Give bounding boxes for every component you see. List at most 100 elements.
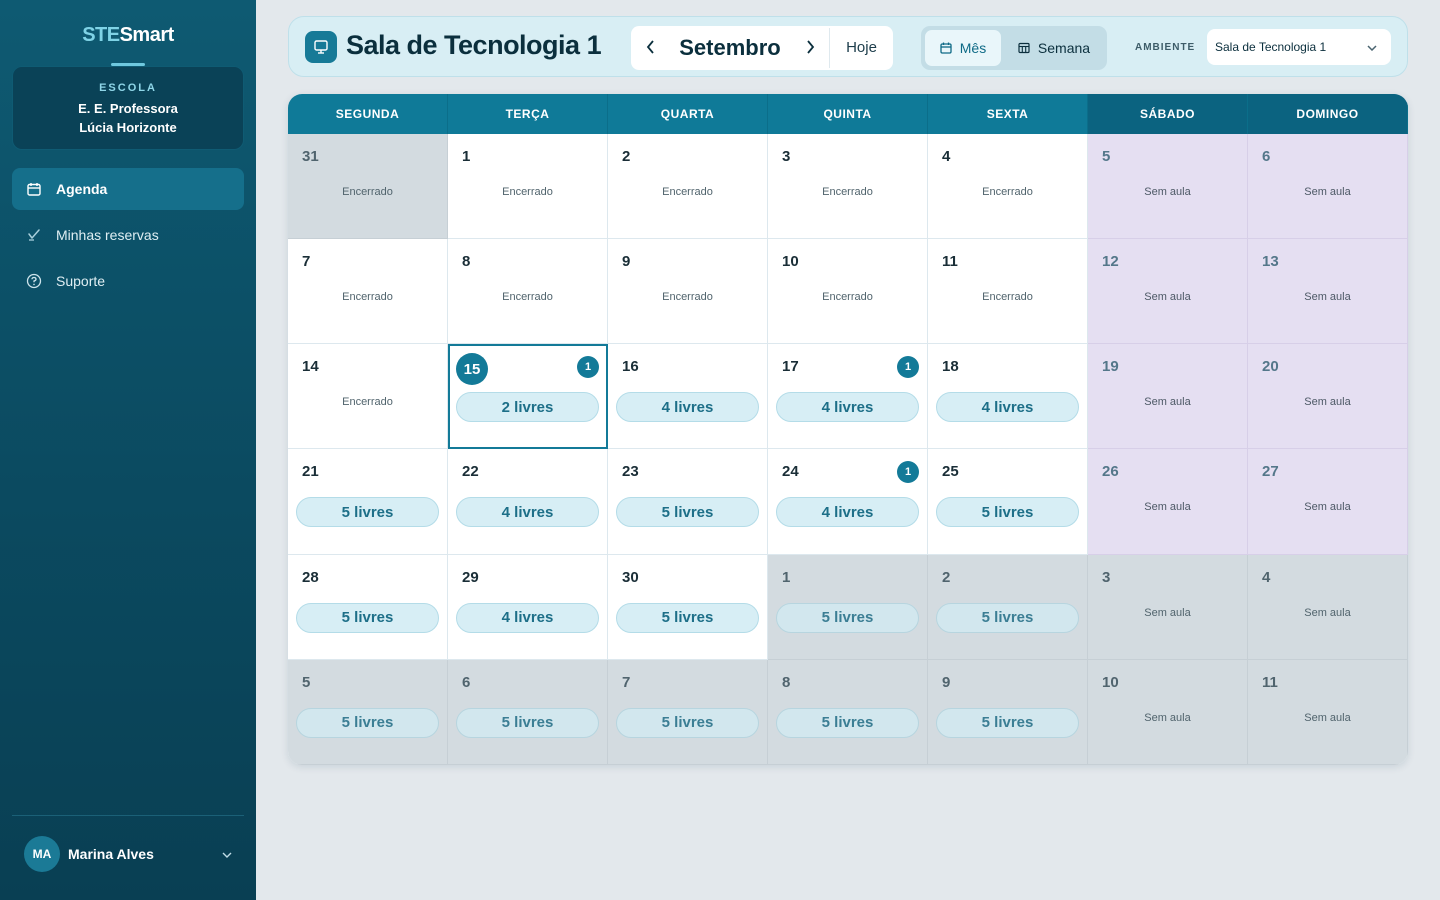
availability-pill[interactable]: 5 livres — [296, 497, 439, 528]
day-number: 1 — [462, 148, 471, 165]
day-number: 26 — [1102, 463, 1119, 481]
view-month-button[interactable]: Mês — [925, 30, 1001, 66]
availability-pill[interactable]: 4 livres — [776, 497, 919, 528]
view-week-button[interactable]: Semana — [1005, 30, 1103, 66]
calendar-day[interactable]: 8 5 livres — [768, 659, 928, 765]
calendar-day[interactable]: 6 5 livres — [448, 659, 608, 765]
availability-pill[interactable]: 4 livres — [456, 497, 599, 528]
calendar-day[interactable]: 25 5 livres — [928, 449, 1088, 555]
calendar-day[interactable]: 6 Sem aula — [1248, 134, 1408, 240]
availability-pill[interactable]: 5 livres — [456, 707, 599, 738]
calendar-day[interactable]: 22 4 livres — [448, 449, 608, 555]
calendar-day[interactable]: 10 Sem aula — [1088, 659, 1248, 765]
prev-month-button[interactable] — [633, 26, 667, 70]
availability-pill[interactable]: 5 livres — [776, 707, 919, 738]
availability-pill[interactable]: 5 livres — [776, 602, 919, 633]
calendar-day[interactable]: 9 5 livres — [928, 659, 1088, 765]
calendar-day[interactable]: 11 Sem aula — [1248, 659, 1408, 765]
calendar-day[interactable]: 7 Encerrado — [288, 239, 448, 345]
calendar-day[interactable]: 23 5 livres — [608, 449, 768, 555]
weekday-header: SÁBADO — [1088, 94, 1248, 134]
day-number: 5 — [302, 673, 311, 691]
calendar-day[interactable]: 4 Sem aula — [1248, 554, 1408, 660]
calendar-day[interactable]: 28 5 livres — [288, 554, 448, 660]
calendar-day[interactable]: 3 Sem aula — [1088, 554, 1248, 660]
today-button[interactable]: Hoje — [830, 26, 893, 70]
calendar-day[interactable]: 31 Encerrado — [288, 134, 448, 240]
calendar-day[interactable]: 13 Sem aula — [1248, 239, 1408, 345]
day-number: 21 — [302, 463, 319, 481]
calendar-day[interactable]: 8 Encerrado — [448, 239, 608, 345]
user-menu[interactable]: MA Marina Alves — [24, 836, 236, 872]
calendar-day[interactable]: 27 Sem aula — [1248, 449, 1408, 555]
availability-pill[interactable]: 4 livres — [776, 392, 919, 423]
day-number: 2 — [622, 148, 631, 165]
day-number: 29 — [462, 568, 479, 586]
sidebar-item-label: Minhas reservas — [56, 227, 159, 243]
school-name: E. E. Professora Lúcia Horizonte — [13, 99, 243, 137]
availability-pill[interactable]: 5 livres — [296, 707, 439, 738]
calendar-day[interactable]: 16 4 livres — [608, 344, 768, 450]
day-status: Encerrado — [982, 186, 1033, 198]
next-month-button[interactable] — [793, 26, 827, 70]
availability-pill[interactable]: 5 livres — [616, 707, 759, 738]
calendar-day[interactable]: 21 5 livres — [288, 449, 448, 555]
day-number: 15 — [456, 353, 488, 386]
calendar-header: Sala de Tecnologia 1 Setembro Hoje Mês S… — [288, 16, 1408, 77]
calendar-day[interactable]: 12 Sem aula — [1088, 239, 1248, 345]
day-number: 18 — [942, 358, 959, 376]
day-number: 7 — [302, 253, 311, 271]
sidebar-item-agenda[interactable]: Agenda — [12, 168, 244, 210]
calendar-day[interactable]: 29 4 livres — [448, 554, 608, 660]
calendar-day[interactable]: 18 4 livres — [928, 344, 1088, 450]
availability-pill[interactable]: 5 livres — [616, 602, 759, 633]
sidebar-item-suporte[interactable]: Suporte — [12, 260, 244, 302]
availability-pill[interactable]: 4 livres — [936, 392, 1079, 423]
day-status: Encerrado — [502, 291, 553, 304]
availability-pill[interactable]: 4 livres — [456, 602, 599, 633]
calendar-day[interactable]: 4 Encerrado — [928, 134, 1088, 240]
calendar-day[interactable]: 11 Encerrado — [928, 239, 1088, 345]
calendar-day[interactable]: 26 Sem aula — [1088, 449, 1248, 555]
calendar-day[interactable]: 14 Encerrado — [288, 344, 448, 450]
calendar-day[interactable]: 1 Encerrado — [448, 134, 608, 240]
weekday-header: QUINTA — [768, 94, 928, 134]
sidebar: STESmart ESCOLA E. E. Professora Lúcia H… — [0, 0, 256, 900]
reservation-count-badge: 1 — [897, 461, 919, 484]
calendar-day[interactable]: 2 5 livres — [928, 554, 1088, 660]
calendar-day-today[interactable]: 15 1 2 livres — [448, 344, 608, 450]
calendar-day[interactable]: 19 Sem aula — [1088, 344, 1248, 450]
availability-pill[interactable]: 5 livres — [296, 602, 439, 633]
calendar-day[interactable]: 17 1 4 livres — [768, 344, 928, 450]
ambiente-select[interactable]: Sala de Tecnologia 1 — [1207, 29, 1391, 65]
calendar-day[interactable]: 2 Encerrado — [608, 134, 768, 240]
day-status: Encerrado — [662, 291, 713, 304]
availability-pill[interactable]: 5 livres — [616, 497, 759, 528]
day-number: 25 — [942, 463, 959, 481]
day-status: Encerrado — [502, 186, 553, 198]
day-status: Sem aula — [1144, 711, 1191, 724]
month-navigator: Setembro Hoje — [631, 26, 893, 70]
availability-pill[interactable]: 4 livres — [616, 392, 759, 423]
sidebar-item-minhas-reservas[interactable]: Minhas reservas — [12, 214, 244, 256]
brand-logo[interactable]: STESmart — [0, 24, 256, 47]
day-number: 10 — [1102, 673, 1119, 691]
calendar-day[interactable]: 9 Encerrado — [608, 239, 768, 345]
day-number: 20 — [1262, 358, 1279, 376]
view-toggle: Mês Semana — [921, 26, 1107, 70]
availability-pill[interactable]: 5 livres — [936, 497, 1079, 528]
brand-logo-part1: STE — [82, 24, 120, 46]
availability-pill[interactable]: 5 livres — [936, 602, 1079, 633]
calendar-day[interactable]: 20 Sem aula — [1248, 344, 1408, 450]
calendar-day[interactable]: 5 5 livres — [288, 659, 448, 765]
calendar-day[interactable]: 30 5 livres — [608, 554, 768, 660]
calendar-day[interactable]: 24 1 4 livres — [768, 449, 928, 555]
calendar-day[interactable]: 5 Sem aula — [1088, 134, 1248, 240]
availability-pill[interactable]: 5 livres — [936, 707, 1079, 738]
calendar-day[interactable]: 1 5 livres — [768, 554, 928, 660]
calendar-day[interactable]: 3 Encerrado — [768, 134, 928, 240]
calendar-day[interactable]: 10 Encerrado — [768, 239, 928, 345]
calendar-day[interactable]: 7 5 livres — [608, 659, 768, 765]
availability-pill[interactable]: 2 livres — [456, 392, 599, 423]
help-circle-icon — [26, 273, 42, 289]
